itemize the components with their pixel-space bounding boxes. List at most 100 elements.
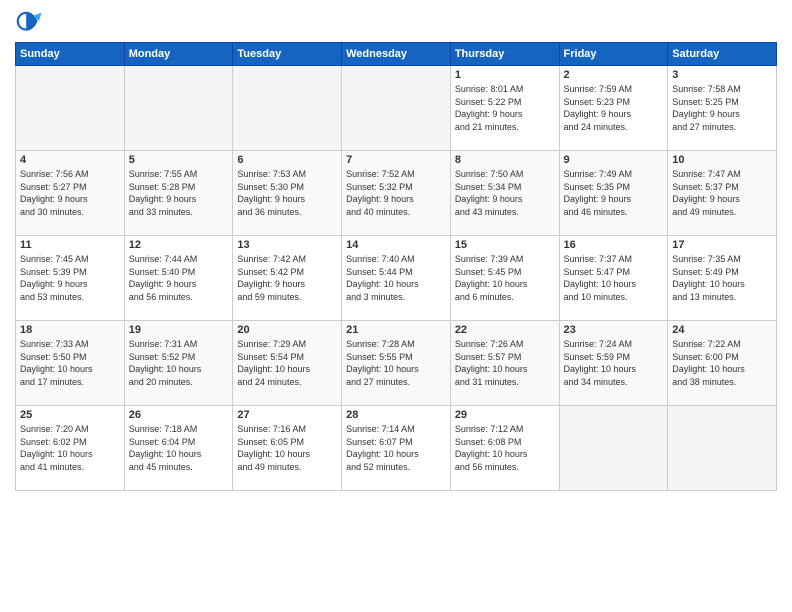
day-number: 9 (564, 154, 664, 166)
calendar-cell: 8Sunrise: 7:50 AM Sunset: 5:34 PM Daylig… (450, 151, 559, 236)
day-info: Sunrise: 7:16 AM Sunset: 6:05 PM Dayligh… (237, 423, 337, 473)
day-info: Sunrise: 7:40 AM Sunset: 5:44 PM Dayligh… (346, 253, 446, 303)
day-number: 14 (346, 239, 446, 251)
day-number: 28 (346, 409, 446, 421)
calendar-cell (559, 406, 668, 491)
day-number: 18 (20, 324, 120, 336)
calendar-cell: 3 Sunrise: 7:58 AM Sunset: 5:25 PM Daylig… (668, 66, 777, 151)
weekday-header: Tuesday (233, 43, 342, 66)
day-number: 27 (237, 409, 337, 421)
weekday-header: Friday (559, 43, 668, 66)
calendar-cell: 16 Sunrise: 7:37 AM Sunset: 5:47 PM Dayli… (559, 236, 668, 321)
calendar-cell: 4Sunrise: 7:56 AM Sunset: 5:27 PM Daylig… (16, 151, 125, 236)
calendar-cell (16, 66, 125, 151)
day-info: Sunrise: 7:58 AM Sunset: 5:25 PM Dayligh… (672, 83, 772, 133)
day-info: Sunrise: 7:28 AM Sunset: 5:55 PM Dayligh… (346, 338, 446, 388)
day-info: Sunrise: 7:33 AM Sunset: 5:50 PM Dayligh… (20, 338, 120, 388)
day-number: 22 (455, 324, 555, 336)
header-row: SundayMondayTuesdayWednesdayThursdayFrid… (16, 43, 777, 66)
calendar-cell: 25 Sunrise: 7:20 AM Sunset: 6:02 PM Dayli… (16, 406, 125, 491)
calendar-cell: 10Sunrise: 7:47 AM Sunset: 5:37 PM Dayli… (668, 151, 777, 236)
calendar-cell: 29 Sunrise: 7:12 AM Sunset: 6:08 PM Dayli… (450, 406, 559, 491)
day-number: 21 (346, 324, 446, 336)
calendar-cell: 17 Sunrise: 7:35 AM Sunset: 5:49 PM Dayli… (668, 236, 777, 321)
day-info: Sunrise: 7:26 AM Sunset: 5:57 PM Dayligh… (455, 338, 555, 388)
day-info: Sunrise: 7:31 AM Sunset: 5:52 PM Dayligh… (129, 338, 229, 388)
day-number: 2 (564, 69, 664, 81)
day-info: Sunrise: 7:29 AM Sunset: 5:54 PM Dayligh… (237, 338, 337, 388)
day-info: Sunrise: 7:12 AM Sunset: 6:08 PM Dayligh… (455, 423, 555, 473)
calendar-cell: 6 Sunrise: 7:53 AM Sunset: 5:30 PM Daylig… (233, 151, 342, 236)
day-info: Sunrise: 7:14 AM Sunset: 6:07 PM Dayligh… (346, 423, 446, 473)
day-info: Sunrise: 7:37 AM Sunset: 5:47 PM Dayligh… (564, 253, 664, 303)
calendar-cell: 20 Sunrise: 7:29 AM Sunset: 5:54 PM Dayli… (233, 321, 342, 406)
calendar-cell: 24 Sunrise: 7:22 AM Sunset: 6:00 PM Dayli… (668, 321, 777, 406)
weekday-header: Sunday (16, 43, 125, 66)
day-number: 12 (129, 239, 229, 251)
calendar-week: 4Sunrise: 7:56 AM Sunset: 5:27 PM Daylig… (16, 151, 777, 236)
calendar-cell: 26Sunrise: 7:18 AM Sunset: 6:04 PM Dayli… (124, 406, 233, 491)
calendar-cell (668, 406, 777, 491)
day-info: Sunrise: 7:39 AM Sunset: 5:45 PM Dayligh… (455, 253, 555, 303)
day-info: Sunrise: 7:56 AM Sunset: 5:27 PM Dayligh… (20, 168, 120, 218)
day-number: 25 (20, 409, 120, 421)
calendar-cell: 12 Sunrise: 7:44 AM Sunset: 5:40 PM Dayli… (124, 236, 233, 321)
day-info: Sunrise: 7:42 AM Sunset: 5:42 PM Dayligh… (237, 253, 337, 303)
day-info: Sunrise: 7:22 AM Sunset: 6:00 PM Dayligh… (672, 338, 772, 388)
day-number: 17 (672, 239, 772, 251)
calendar-cell: 19 Sunrise: 7:31 AM Sunset: 5:52 PM Dayli… (124, 321, 233, 406)
calendar-week: 11 Sunrise: 7:45 AM Sunset: 5:39 PM Dayli… (16, 236, 777, 321)
day-number: 23 (564, 324, 664, 336)
day-number: 10 (672, 154, 772, 166)
weekday-header: Thursday (450, 43, 559, 66)
day-info: Sunrise: 7:59 AM Sunset: 5:23 PM Dayligh… (564, 83, 664, 133)
day-number: 15 (455, 239, 555, 251)
calendar-cell: 13 Sunrise: 7:42 AM Sunset: 5:42 PM Dayli… (233, 236, 342, 321)
calendar-cell: 2 Sunrise: 7:59 AM Sunset: 5:23 PM Daylig… (559, 66, 668, 151)
day-number: 19 (129, 324, 229, 336)
calendar-cell (233, 66, 342, 151)
calendar-cell: 5 Sunrise: 7:55 AM Sunset: 5:28 PM Daylig… (124, 151, 233, 236)
calendar-cell: 14 Sunrise: 7:40 AM Sunset: 5:44 PM Dayli… (342, 236, 451, 321)
page-container: SundayMondayTuesdayWednesdayThursdayFrid… (0, 0, 792, 501)
day-number: 20 (237, 324, 337, 336)
calendar-body: 1 Sunrise: 8:01 AM Sunset: 5:22 PM Daylig… (16, 66, 777, 491)
weekday-header: Monday (124, 43, 233, 66)
header (15, 10, 777, 38)
day-info: Sunrise: 7:35 AM Sunset: 5:49 PM Dayligh… (672, 253, 772, 303)
day-info: Sunrise: 7:44 AM Sunset: 5:40 PM Dayligh… (129, 253, 229, 303)
day-number: 24 (672, 324, 772, 336)
calendar-cell: 27 Sunrise: 7:16 AM Sunset: 6:05 PM Dayli… (233, 406, 342, 491)
day-info: Sunrise: 7:49 AM Sunset: 5:35 PM Dayligh… (564, 168, 664, 218)
day-number: 5 (129, 154, 229, 166)
calendar-week: 25 Sunrise: 7:20 AM Sunset: 6:02 PM Dayli… (16, 406, 777, 491)
day-info: Sunrise: 7:20 AM Sunset: 6:02 PM Dayligh… (20, 423, 120, 473)
day-info: Sunrise: 7:52 AM Sunset: 5:32 PM Dayligh… (346, 168, 446, 218)
day-info: Sunrise: 7:53 AM Sunset: 5:30 PM Dayligh… (237, 168, 337, 218)
logo-icon (15, 10, 43, 38)
calendar-table: SundayMondayTuesdayWednesdayThursdayFrid… (15, 42, 777, 491)
day-info: Sunrise: 7:45 AM Sunset: 5:39 PM Dayligh… (20, 253, 120, 303)
day-number: 16 (564, 239, 664, 251)
day-info: Sunrise: 7:18 AM Sunset: 6:04 PM Dayligh… (129, 423, 229, 473)
day-number: 11 (20, 239, 120, 251)
calendar-cell: 1 Sunrise: 8:01 AM Sunset: 5:22 PM Daylig… (450, 66, 559, 151)
day-number: 29 (455, 409, 555, 421)
day-info: Sunrise: 7:24 AM Sunset: 5:59 PM Dayligh… (564, 338, 664, 388)
day-number: 13 (237, 239, 337, 251)
day-number: 1 (455, 69, 555, 81)
day-number: 7 (346, 154, 446, 166)
day-info: Sunrise: 7:50 AM Sunset: 5:34 PM Dayligh… (455, 168, 555, 218)
calendar-cell: 22 Sunrise: 7:26 AM Sunset: 5:57 PM Dayli… (450, 321, 559, 406)
weekday-header: Wednesday (342, 43, 451, 66)
calendar-week: 18 Sunrise: 7:33 AM Sunset: 5:50 PM Dayli… (16, 321, 777, 406)
day-number: 3 (672, 69, 772, 81)
calendar-cell: 11 Sunrise: 7:45 AM Sunset: 5:39 PM Dayli… (16, 236, 125, 321)
calendar-cell: 23 Sunrise: 7:24 AM Sunset: 5:59 PM Dayli… (559, 321, 668, 406)
day-info: Sunrise: 7:55 AM Sunset: 5:28 PM Dayligh… (129, 168, 229, 218)
calendar-cell: 21 Sunrise: 7:28 AM Sunset: 5:55 PM Dayli… (342, 321, 451, 406)
calendar-cell (342, 66, 451, 151)
day-number: 6 (237, 154, 337, 166)
weekday-header: Saturday (668, 43, 777, 66)
day-info: Sunrise: 8:01 AM Sunset: 5:22 PM Dayligh… (455, 83, 555, 133)
